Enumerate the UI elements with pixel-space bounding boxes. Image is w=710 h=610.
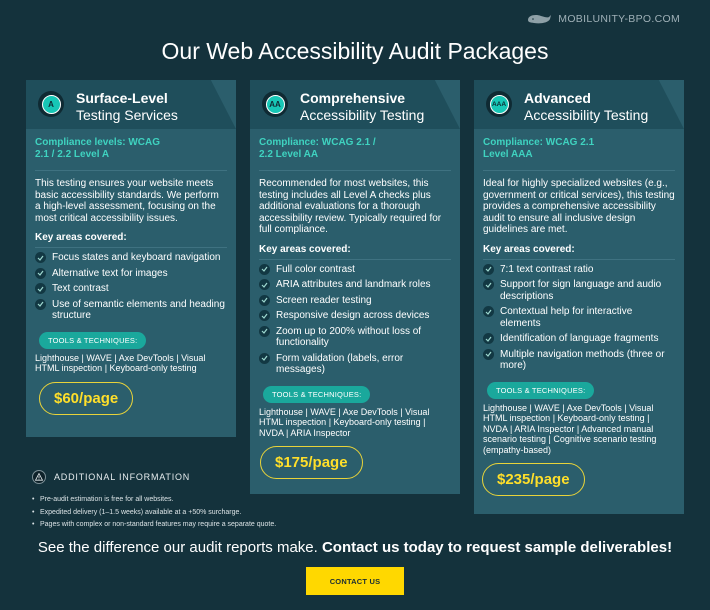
- cta-bold-text: Contact us today to request sample deliv…: [321, 539, 673, 556]
- compliance-level: Compliance: WCAG 2.1 Level AAA: [483, 137, 595, 160]
- check-icon: [259, 279, 270, 290]
- additional-information: ADDITIONAL INFORMATION Pre-audit estimat…: [32, 470, 322, 532]
- tools-list: Lighthouse | WAVE | Axe DevTools | Visua…: [35, 352, 206, 374]
- package-subtitle: Accessibility Testing: [300, 107, 425, 123]
- list-item: Multiple navigation methods (three or mo…: [483, 348, 675, 372]
- package-card-surface: A Surface-Level Testing Services Complia…: [26, 80, 236, 437]
- check-icon: [483, 263, 494, 275]
- list-item: Identification of language fragments: [483, 333, 675, 345]
- list-item: Use of semantic elements and heading str…: [35, 298, 227, 322]
- card-header: AAA Advanced Accessibility Testing: [474, 80, 684, 129]
- list-item: Zoom up to 200% without loss of function…: [259, 325, 451, 349]
- list-item: Pre-audit estimation is free for all web…: [32, 494, 322, 507]
- check-icon: [259, 325, 270, 337]
- whale-icon: [528, 15, 552, 24]
- list-item: Support for sign language and audio desc…: [483, 279, 675, 302]
- check-icon: [483, 348, 494, 360]
- list-item: Focus states and keyboard navigation: [35, 252, 227, 264]
- check-icon: [35, 267, 46, 279]
- package-card-comprehensive: AA Comprehensive Accessibility Testing C…: [250, 80, 460, 494]
- list-item: Expedited delivery (1–1.5 weeks) availab…: [32, 507, 322, 520]
- card-header: A Surface-Level Testing Services: [26, 80, 236, 129]
- package-subtitle: Testing Services: [76, 107, 178, 123]
- package-description: This testing ensures your website meets …: [35, 170, 227, 224]
- list-item: 7:1 text contrast ratio: [483, 263, 675, 276]
- package-title: Surface-Level: [76, 90, 168, 106]
- compliance-level: Compliance levels: WCAG 2.1 / 2.2 Level …: [35, 137, 161, 160]
- check-icon: [259, 352, 270, 364]
- check-icon: [35, 283, 46, 294]
- compliance-level: Compliance: WCAG 2.1 / 2.2 Level AA: [259, 137, 376, 160]
- package-title: Advanced: [524, 90, 591, 106]
- key-areas-title: Key areas covered:: [483, 243, 575, 255]
- brand-name: MOBILUNITY-BPO.COM: [558, 13, 680, 25]
- check-icon: [483, 306, 494, 317]
- tools-list: Lighthouse | WAVE | Axe DevTools | Visua…: [483, 402, 657, 455]
- contact-us-button[interactable]: CONTACT US: [306, 567, 404, 595]
- key-areas-list: Full color contrast ARIA attributes and …: [259, 258, 451, 376]
- list-item: Pages with complex or non-standard featu…: [32, 519, 322, 532]
- tools-label: TOOLS & TECHNIQUES:: [39, 331, 147, 349]
- list-item: Responsive design across devices: [259, 310, 451, 322]
- package-card-advanced: AAA Advanced Accessibility Testing Compl…: [474, 80, 684, 514]
- card-header: AA Comprehensive Accessibility Testing: [250, 80, 460, 129]
- check-icon: [35, 252, 46, 263]
- package-description: Recommended for most websites, this test…: [259, 170, 451, 236]
- key-areas-list: 7:1 text contrast ratio Support for sign…: [483, 258, 675, 372]
- check-icon: [483, 333, 494, 344]
- price-badge: $60/page: [39, 381, 134, 415]
- level-badge-icon: A: [38, 91, 64, 117]
- package-description: Ideal for highly specialized websites (e…: [483, 170, 675, 236]
- check-icon: [35, 298, 46, 310]
- key-areas-title: Key areas covered:: [259, 243, 351, 255]
- cta-text: See the difference our audit reports mak…: [37, 539, 673, 556]
- package-subtitle: Accessibility Testing: [524, 107, 649, 123]
- check-icon: [259, 263, 270, 275]
- list-item: Full color contrast: [259, 263, 451, 276]
- tools-label: TOOLS & TECHNIQUES:: [263, 385, 371, 403]
- brand-logo: MOBILUNITY-BPO.COM: [526, 12, 680, 26]
- check-icon: [259, 294, 270, 306]
- additional-list: Pre-audit estimation is free for all web…: [32, 494, 322, 532]
- package-title: Comprehensive: [300, 90, 406, 106]
- list-item: ARIA attributes and landmark roles: [259, 279, 451, 291]
- page-title: Our Web Accessibility Audit Packages: [161, 38, 549, 64]
- list-item: Alternative text for images: [35, 267, 227, 280]
- level-badge-icon: AA: [262, 91, 288, 117]
- key-areas-title: Key areas covered:: [35, 232, 127, 243]
- list-item: Form validation (labels, error messages): [259, 352, 451, 376]
- list-item: Screen reader testing: [259, 294, 451, 307]
- additional-heading: ADDITIONAL INFORMATION: [54, 472, 191, 482]
- list-item: Contextual help for interactive elements: [483, 306, 675, 329]
- level-badge-icon: AAA: [486, 91, 512, 117]
- list-item: Text contrast: [35, 283, 227, 295]
- tools-label: TOOLS & TECHNIQUES:: [487, 381, 595, 399]
- warning-icon: [32, 470, 46, 484]
- check-icon: [483, 279, 494, 290]
- tools-list: Lighthouse | WAVE | Axe DevTools | Visua…: [259, 406, 430, 438]
- price-badge: $235/page: [482, 463, 585, 496]
- key-areas-list: Focus states and keyboard navigation Alt…: [35, 247, 227, 322]
- check-icon: [259, 310, 270, 321]
